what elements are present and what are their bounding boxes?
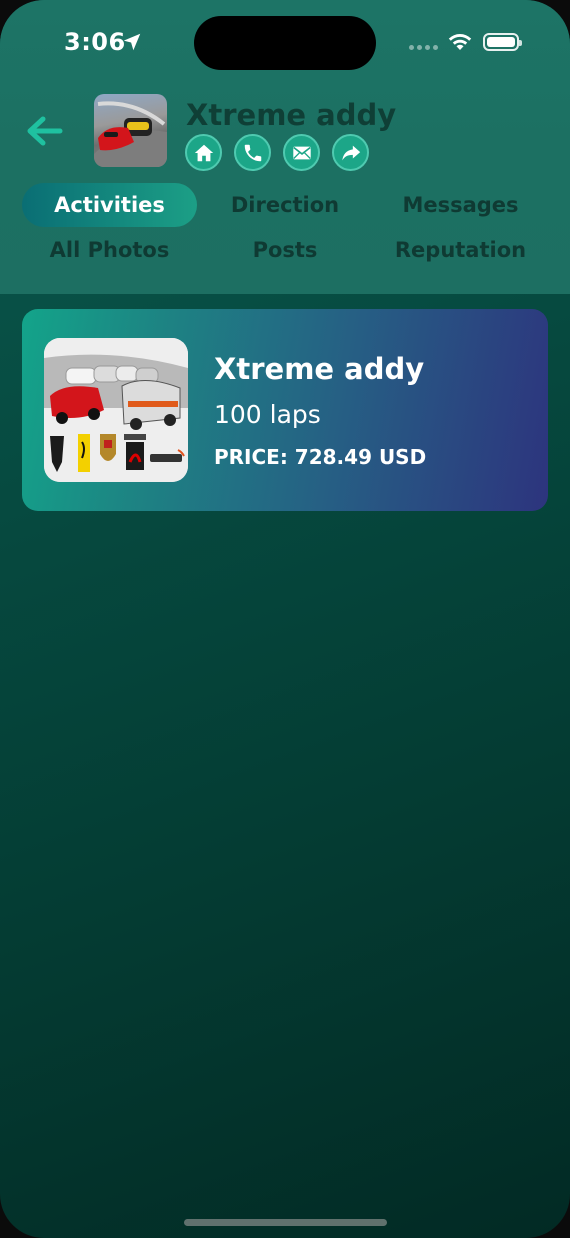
home-indicator	[184, 1219, 387, 1226]
activity-subtitle: 100 laps	[214, 400, 321, 429]
action-buttons	[185, 134, 369, 171]
tab-messages[interactable]: Messages	[373, 183, 548, 227]
header: 3:06 Xtreme addy Activities Direction Me…	[0, 0, 570, 294]
share-button[interactable]	[332, 134, 369, 171]
activity-title: Xtreme addy	[214, 352, 425, 386]
tab-posts[interactable]: Posts	[197, 228, 373, 272]
tab-all-photos[interactable]: All Photos	[22, 228, 197, 272]
business-avatar	[94, 94, 167, 167]
tab-reputation[interactable]: Reputation	[373, 228, 548, 272]
dynamic-island	[194, 16, 376, 70]
activity-card[interactable]: Xtreme addy 100 laps PRICE: 728.49 USD	[22, 309, 548, 511]
share-arrow-icon	[341, 145, 360, 160]
home-icon	[194, 144, 213, 161]
tab-direction[interactable]: Direction	[197, 183, 373, 227]
status-time: 3:06	[64, 28, 126, 56]
call-button[interactable]	[234, 134, 271, 171]
phone-icon	[244, 144, 261, 161]
business-name: Xtreme addy	[186, 98, 397, 132]
location-arrow-icon	[123, 33, 141, 51]
screen: 3:06 Xtreme addy Activities Direction Me…	[0, 0, 570, 1238]
activity-price: PRICE: 728.49 USD	[214, 445, 427, 469]
home-button[interactable]	[185, 134, 222, 171]
battery-icon	[483, 33, 522, 51]
mail-icon	[292, 146, 311, 159]
back-arrow-icon[interactable]	[24, 112, 64, 150]
activity-image	[44, 338, 188, 482]
tab-activities[interactable]: Activities	[22, 183, 197, 227]
wifi-icon	[448, 34, 472, 50]
signal-icon	[409, 45, 438, 50]
email-button[interactable]	[283, 134, 320, 171]
